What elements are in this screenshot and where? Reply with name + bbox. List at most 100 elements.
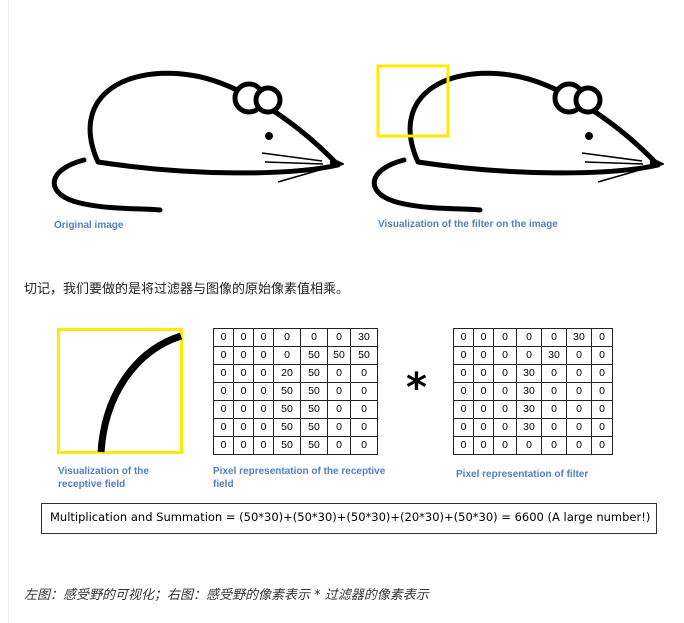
filter-cell: 0 <box>493 382 517 401</box>
receptive-cell: 0 <box>327 436 351 455</box>
receptive-cell: 50 <box>273 400 301 419</box>
filter-cell: 0 <box>453 418 474 437</box>
filter-cell: 0 <box>473 400 494 419</box>
filter-cell: 0 <box>591 328 613 347</box>
filter-pixel-grid: 0 0 0 0 0 30 0 0 0 0 0 30 0 0 0 0 0 30 0 0 0 0 0 0 30 0 0 0 0 0 0 30 0 0 0… <box>453 328 613 455</box>
filter-cell: 0 <box>566 364 592 383</box>
filter-cell: 0 <box>541 364 567 383</box>
filter-cell: 0 <box>541 436 567 455</box>
filter-cell: 0 <box>591 400 613 419</box>
receptive-cell: 50 <box>273 418 301 437</box>
receptive-cell: 0 <box>253 346 274 365</box>
receptive-row: 0 0 0 20 50 0 0 <box>213 364 378 383</box>
filter-cell: 0 <box>493 328 517 347</box>
multiply-operator: * <box>406 365 427 411</box>
receptive-cell: 0 <box>300 328 328 347</box>
filter-row: 0 0 0 0 30 0 0 <box>453 346 613 365</box>
receptive-cell: 50 <box>350 346 378 365</box>
receptive-cell: 50 <box>273 436 301 455</box>
filter-cell: 0 <box>473 382 494 401</box>
receptive-cell: 0 <box>233 328 254 347</box>
receptive-cell: 0 <box>253 364 274 383</box>
receptive-cell: 0 <box>213 346 234 365</box>
filter-cell: 0 <box>473 328 494 347</box>
filter-cell: 0 <box>541 382 567 401</box>
receptive-cell: 0 <box>213 382 234 401</box>
instruction-sentence: 切记，我们要做的是将过滤器与图像的原始像素值相乘。 <box>24 282 350 297</box>
receptive-cell: 0 <box>233 418 254 437</box>
filter-cell: 0 <box>493 364 517 383</box>
filter-cell: 0 <box>591 382 613 401</box>
original-mouse-image <box>51 70 344 213</box>
filter-cell: 0 <box>516 328 542 347</box>
receptive-row: 0 0 0 0 50 50 50 <box>213 346 378 365</box>
receptive-row: 0 0 0 0 0 0 30 <box>213 328 378 347</box>
caption-receptive-pixels-line1: Pixel representation of the receptive <box>213 466 386 477</box>
receptive-cell: 0 <box>213 364 234 383</box>
filter-cell: 0 <box>591 364 613 383</box>
receptive-cell: 0 <box>253 382 274 401</box>
filter-row: 0 0 0 30 0 0 0 <box>453 400 613 419</box>
filter-cell: 0 <box>453 382 474 401</box>
receptive-row: 0 0 0 50 50 0 0 <box>213 382 378 401</box>
filter-cell: 0 <box>591 418 613 437</box>
filter-cell: 30 <box>516 418 542 437</box>
filter-row: 0 0 0 0 0 30 0 <box>453 328 613 347</box>
caption-receptive-field-line1: Visualization of the <box>58 466 149 477</box>
receptive-field-pixel-grid: 0 0 0 0 0 0 30 0 0 0 0 50 50 50 0 0 0 20 50 0 0 0 0 0 50 50 0 0 0 0 0 5… <box>213 328 378 455</box>
filter-cell: 0 <box>473 364 494 383</box>
caption-filter-pixels: Pixel representation of filter <box>456 469 589 480</box>
filter-row: 0 0 0 30 0 0 0 <box>453 382 613 401</box>
caption-receptive-field: Visualization of the receptive field <box>58 465 149 491</box>
caption-receptive-pixels: Pixel representation of the receptive fi… <box>213 465 385 491</box>
filter-cell: 0 <box>493 346 517 365</box>
filter-row: 0 0 0 30 0 0 0 <box>453 364 613 383</box>
receptive-row: 0 0 0 50 50 0 0 <box>213 400 378 419</box>
filter-on-image-visualization <box>371 64 664 213</box>
filter-cell: 0 <box>516 436 542 455</box>
filter-cell: 0 <box>493 436 517 455</box>
filter-cell: 0 <box>541 400 567 419</box>
receptive-cell: 0 <box>327 400 351 419</box>
filter-cell: 0 <box>541 328 567 347</box>
filter-cell: 0 <box>566 400 592 419</box>
filter-cell: 0 <box>493 400 517 419</box>
receptive-row: 0 0 0 50 50 0 0 <box>213 436 378 455</box>
receptive-cell: 50 <box>300 346 328 365</box>
caption-receptive-field-line2: receptive field <box>58 479 126 490</box>
receptive-cell: 0 <box>253 436 274 455</box>
receptive-cell: 50 <box>300 364 328 383</box>
filter-cell: 0 <box>473 436 494 455</box>
filter-cell: 0 <box>453 364 474 383</box>
receptive-cell: 0 <box>213 418 234 437</box>
filter-cell: 0 <box>566 436 592 455</box>
filter-cell: 0 <box>493 418 517 437</box>
filter-cell: 0 <box>453 346 474 365</box>
receptive-cell: 50 <box>300 418 328 437</box>
receptive-cell: 0 <box>350 418 378 437</box>
receptive-cell: 20 <box>273 364 301 383</box>
filter-cell: 0 <box>453 400 474 419</box>
summation-formula-box: Multiplication and Summation = (50*30)+(… <box>41 503 657 534</box>
filter-cell: 30 <box>541 346 567 365</box>
receptive-cell: 0 <box>273 328 301 347</box>
receptive-cell: 0 <box>327 328 351 347</box>
caption-filter-on-image: Visualization of the filter on the image <box>378 219 558 230</box>
receptive-cell: 0 <box>213 328 234 347</box>
receptive-cell: 50 <box>327 346 351 365</box>
caption-receptive-pixels-line2: field <box>213 479 234 490</box>
receptive-cell: 0 <box>233 346 254 365</box>
receptive-cell: 0 <box>350 436 378 455</box>
filter-cell: 30 <box>516 364 542 383</box>
receptive-cell: 0 <box>233 364 254 383</box>
receptive-cell: 0 <box>253 418 274 437</box>
filter-cell: 30 <box>516 382 542 401</box>
receptive-cell: 0 <box>233 382 254 401</box>
filter-cell: 0 <box>591 436 613 455</box>
filter-row: 0 0 0 30 0 0 0 <box>453 418 613 437</box>
receptive-row: 0 0 0 50 50 0 0 <box>213 418 378 437</box>
filter-cell: 0 <box>473 346 494 365</box>
figure-caption: 左图：感受野的可视化；右图：感受野的像素表示 * 过滤器的像素表示 <box>24 588 429 603</box>
filter-cell: 0 <box>541 418 567 437</box>
filter-cell: 0 <box>591 346 613 365</box>
